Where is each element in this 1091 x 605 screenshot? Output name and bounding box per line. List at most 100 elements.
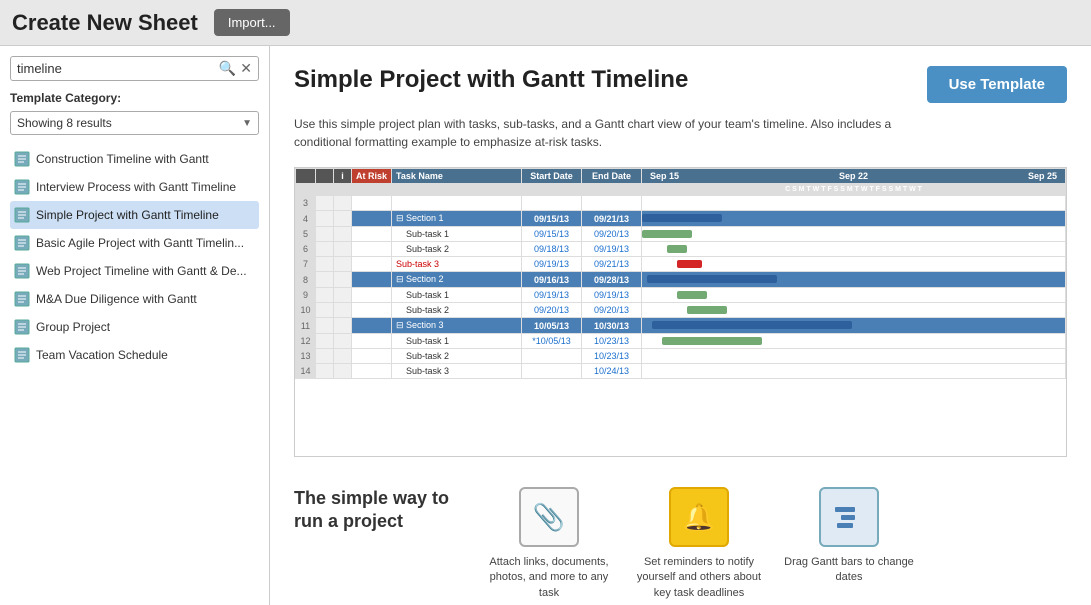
row-lock bbox=[316, 196, 334, 211]
table-row: 6 Sub-task 2 09/18/13 09/19/13 bbox=[296, 242, 1066, 257]
row-lock bbox=[316, 349, 334, 364]
search-input[interactable] bbox=[17, 61, 219, 76]
row-risk bbox=[352, 318, 392, 334]
template-sheet-icon bbox=[14, 263, 30, 279]
row-startdate: *10/05/13 bbox=[522, 334, 582, 349]
row-taskname: Sub-task 2 bbox=[392, 303, 522, 318]
row-ganttbar bbox=[642, 257, 1066, 272]
row-risk bbox=[352, 364, 392, 379]
row-risk bbox=[352, 196, 392, 211]
row-taskname: Sub-task 2 bbox=[392, 242, 522, 257]
row-info bbox=[334, 211, 352, 227]
template-list: Construction Timeline with Gantt Intervi… bbox=[10, 145, 259, 369]
row-risk bbox=[352, 257, 392, 272]
app-header: Create New Sheet Import... bbox=[0, 0, 1091, 46]
row-startdate bbox=[522, 364, 582, 379]
row-enddate: 09/28/13 bbox=[582, 272, 642, 288]
clear-search-button[interactable]: ✕ bbox=[240, 60, 252, 77]
row-info bbox=[334, 227, 352, 242]
row-taskname: ⊟ Section 3 bbox=[392, 318, 522, 334]
dropdown-arrow-icon: ▼ bbox=[242, 118, 252, 129]
row-lock bbox=[316, 364, 334, 379]
table-row: 10 Sub-task 2 09/20/13 09/20/13 bbox=[296, 303, 1066, 318]
row-risk bbox=[352, 288, 392, 303]
row-info bbox=[334, 257, 352, 272]
search-box: 🔍 ✕ bbox=[10, 56, 259, 81]
row-taskname: Sub-task 1 bbox=[392, 227, 522, 242]
row-risk bbox=[352, 227, 392, 242]
row-info bbox=[334, 288, 352, 303]
template-item-basic-agile[interactable]: Basic Agile Project with Gantt Timelin..… bbox=[10, 229, 259, 257]
callout-icon-box bbox=[819, 487, 879, 547]
row-startdate: 09/20/13 bbox=[522, 303, 582, 318]
row-enddate bbox=[582, 196, 642, 211]
row-ganttbar bbox=[642, 211, 1066, 227]
template-label: Simple Project with Gantt Timeline bbox=[36, 208, 219, 222]
template-label: Interview Process with Gantt Timeline bbox=[36, 180, 236, 194]
col-taskname: Task Name bbox=[392, 169, 522, 184]
template-label: Basic Agile Project with Gantt Timelin..… bbox=[36, 236, 244, 250]
row-risk bbox=[352, 334, 392, 349]
col-num bbox=[296, 169, 316, 184]
import-button[interactable]: Import... bbox=[214, 9, 290, 36]
row-info bbox=[334, 242, 352, 257]
search-button[interactable]: 🔍 bbox=[219, 60, 236, 77]
row-enddate: 10/30/13 bbox=[582, 318, 642, 334]
row-risk bbox=[352, 242, 392, 257]
row-ganttbar bbox=[642, 334, 1066, 349]
table-row: 4 ⊟ Section 1 09/15/13 09/21/13 bbox=[296, 211, 1066, 227]
template-sheet-icon bbox=[14, 347, 30, 363]
row-lock bbox=[316, 303, 334, 318]
callout-item-1: 🔔 Set reminders to notify yourself and o… bbox=[634, 487, 764, 601]
row-ganttbar bbox=[642, 288, 1066, 303]
gantt-bars-icon bbox=[833, 505, 865, 529]
row-lock bbox=[316, 227, 334, 242]
template-item-vacation[interactable]: Team Vacation Schedule bbox=[10, 341, 259, 369]
row-enddate: 09/20/13 bbox=[582, 227, 642, 242]
row-taskname: ⊟ Section 1 bbox=[392, 211, 522, 227]
row-ganttbar bbox=[642, 303, 1066, 318]
table-row: 5 Sub-task 1 09/15/13 09/20/13 bbox=[296, 227, 1066, 242]
template-item-interview[interactable]: Interview Process with Gantt Timeline bbox=[10, 173, 259, 201]
template-label: Construction Timeline with Gantt bbox=[36, 152, 209, 166]
row-taskname: Sub-task 1 bbox=[392, 288, 522, 303]
row-number: 14 bbox=[296, 364, 316, 379]
row-ganttbar bbox=[642, 349, 1066, 364]
row-ganttbar bbox=[642, 196, 1066, 211]
template-sheet-icon bbox=[14, 319, 30, 335]
row-number: 9 bbox=[296, 288, 316, 303]
template-item-group[interactable]: Group Project bbox=[10, 313, 259, 341]
table-row: 7 Sub-task 3 09/19/13 09/21/13 bbox=[296, 257, 1066, 272]
row-number: 11 bbox=[296, 318, 316, 334]
row-taskname bbox=[392, 196, 522, 211]
row-number: 8 bbox=[296, 272, 316, 288]
callout-item-2: Drag Gantt bars to change dates bbox=[784, 487, 914, 601]
template-item-construction[interactable]: Construction Timeline with Gantt bbox=[10, 145, 259, 173]
row-number: 7 bbox=[296, 257, 316, 272]
content-header: Simple Project with Gantt Timeline Use T… bbox=[294, 66, 1067, 103]
template-item-simple-project[interactable]: Simple Project with Gantt Timeline bbox=[10, 201, 259, 229]
template-item-web-project[interactable]: Web Project Timeline with Gantt & De... bbox=[10, 257, 259, 285]
row-enddate: 10/24/13 bbox=[582, 364, 642, 379]
gantt-preview: i At Risk Task Name Start Date End Date … bbox=[295, 168, 1066, 456]
row-enddate: 09/19/13 bbox=[582, 242, 642, 257]
callout-section: The simple way to run a project 📎 Attach… bbox=[294, 477, 1067, 601]
callout-item-0: 📎 Attach links, documents, photos, and m… bbox=[484, 487, 614, 601]
row-taskname: Sub-task 1 bbox=[392, 334, 522, 349]
callout-item-text: Attach links, documents, photos, and mor… bbox=[484, 555, 614, 601]
row-ganttbar bbox=[642, 242, 1066, 257]
row-startdate: 09/18/13 bbox=[522, 242, 582, 257]
use-template-button[interactable]: Use Template bbox=[927, 66, 1067, 103]
template-item-ma-due[interactable]: M&A Due Diligence with Gantt bbox=[10, 285, 259, 313]
template-main-title: Simple Project with Gantt Timeline bbox=[294, 66, 907, 94]
results-dropdown[interactable]: Showing 8 results ▼ bbox=[10, 111, 259, 135]
row-taskname: Sub-task 3 bbox=[392, 257, 522, 272]
table-row: 8 ⊟ Section 2 09/16/13 09/28/13 bbox=[296, 272, 1066, 288]
row-taskname: Sub-task 3 bbox=[392, 364, 522, 379]
main-layout: 🔍 ✕ Template Category: Showing 8 results… bbox=[0, 46, 1091, 605]
callout-main-text: The simple way to run a project bbox=[294, 487, 454, 534]
row-lock bbox=[316, 242, 334, 257]
table-row: 9 Sub-task 1 09/19/13 09/19/13 bbox=[296, 288, 1066, 303]
row-number: 3 bbox=[296, 196, 316, 211]
template-label: Team Vacation Schedule bbox=[36, 348, 168, 362]
